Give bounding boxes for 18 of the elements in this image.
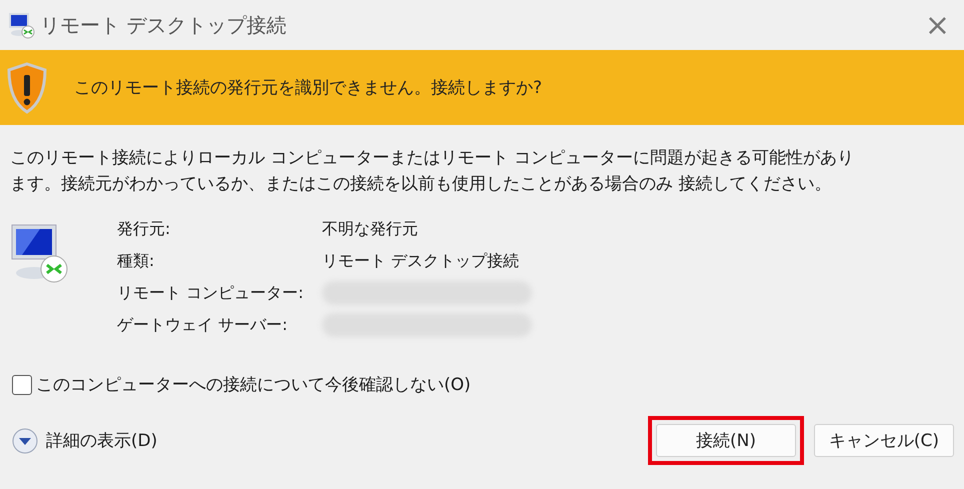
detail-label: リモート コンピューター:	[117, 282, 304, 304]
remote-desktop-icon	[6, 10, 36, 40]
dialog-button[interactable]: 接続(N)	[656, 424, 796, 457]
checkbox[interactable]	[12, 374, 32, 394]
show-details-link[interactable]: 詳細の表示(D)	[46, 429, 158, 452]
banner-text: このリモート接続の発行元を識別できません。接続しますか?	[74, 77, 542, 99]
checkbox-label[interactable]: このコンピューターへの接続について今後確認しない(O)	[36, 373, 471, 396]
dialog-button[interactable]: キャンセル(C)	[814, 424, 954, 457]
detail-value: 不明な発行元	[322, 218, 419, 240]
warning-shield-icon	[6, 62, 48, 114]
detail-label: ゲートウェイ サーバー:	[117, 314, 288, 336]
window-title: リモート デスクトップ接続	[40, 12, 286, 38]
detail-label: 発行元:	[117, 218, 172, 240]
detail-label: 種類:	[117, 250, 156, 272]
close-button[interactable]: ×	[918, 8, 956, 42]
expand-chevron-icon[interactable]	[12, 428, 38, 454]
detail-value: リモート デスクトップ接続	[322, 250, 520, 272]
warning-message: このリモート接続によりローカル コンピューターまたはリモート コンピューターに問題が起きる可能性があります。接続元がわかっているか、またはこの接続を以前も使用したことがある場合のみ 接続してください。	[10, 147, 855, 196]
